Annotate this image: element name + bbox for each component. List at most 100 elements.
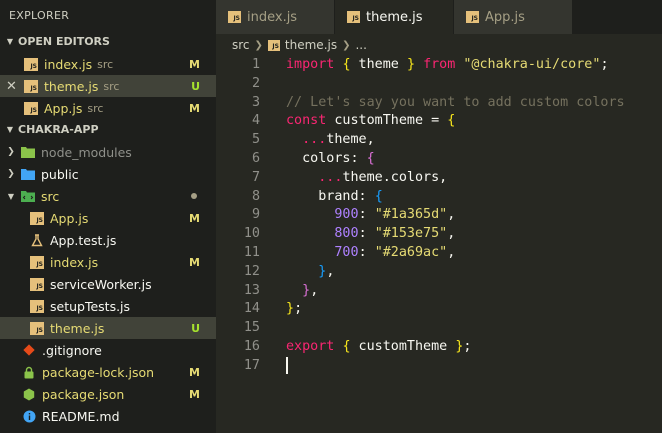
line-number: 9 [251,207,260,223]
code-text: 900: "#1a365d", [334,207,456,223]
git-status-badge: M [189,255,200,269]
file-name: setupTests.js [50,298,131,314]
git-status-badge: U [191,79,200,93]
code-text: }, [302,282,319,298]
info-icon [22,410,36,423]
file-folder: src [103,79,120,93]
code-line-12: 12 }, [216,263,662,282]
code-text: brand: { [318,188,383,204]
tab-label: App.js [485,9,525,25]
tree-file-service-worker-js[interactable]: JS serviceWorker.js [0,273,216,295]
tree-file-package-json[interactable]: package.json M [0,383,216,405]
git-icon [22,344,36,357]
js-file-icon: JS [30,211,44,225]
git-status-badge: M [189,211,200,225]
line-number: 1 [251,57,260,72]
src-folder-icon [21,190,35,203]
code-text: import { theme } from "@chakra-ui/core"; [286,57,609,72]
tree-file-app-test-js[interactable]: App.test.js [0,229,216,251]
open-editor-item-theme[interactable]: ✕ JS theme.js src U [0,75,216,97]
code-text: 800: "#153e75", [334,226,456,242]
tree-file-readme-md[interactable]: README.md [0,405,216,427]
code-line-8: 8 brand: { [216,188,662,207]
js-file-icon: JS [30,277,44,291]
tree-file-package-lock-json[interactable]: package-lock.json M [0,361,216,383]
file-name: App.js [44,100,83,116]
node-json-icon [22,388,36,401]
tree-file-app-js[interactable]: JS App.js M [0,207,216,229]
git-status-badge: M [189,387,200,401]
tree-file-gitignore[interactable]: .gitignore [0,339,216,361]
code-text: }, [318,263,335,279]
tab-app-js[interactable]: JS App.js [454,0,573,34]
code-line-6: 6 colors: { [216,150,662,169]
explorer-title: EXPLORER [9,9,70,22]
file-name: .gitignore [42,342,102,358]
code-line-15: 15 [216,319,662,338]
code-text: ...theme.colors, [318,169,448,185]
file-name: theme.js [50,320,105,336]
explorer-sidebar: EXPLORER ▼ OPEN EDITORS JS index.js src … [0,0,216,433]
text-cursor [286,356,288,374]
file-name: App.test.js [50,232,117,248]
file-name: App.js [50,210,89,226]
js-file-icon: JS [30,321,44,335]
tree-file-index-js[interactable]: JS index.js M [0,251,216,273]
folder-name: public [41,166,79,182]
line-number: 4 [251,113,260,129]
code-line-9: 9 900: "#1a365d", [216,206,662,225]
code-text: 700: "#2a69ac", [334,244,456,260]
breadcrumb-folder[interactable]: src [232,38,250,52]
tree-folder-src[interactable]: ▼ src [0,185,216,207]
line-number: 12 [243,263,260,279]
js-file-icon: JS [24,57,38,71]
breadcrumb-file[interactable]: theme.js [285,38,337,52]
modified-dot-icon [191,193,197,199]
tree-folder-public[interactable]: ❯ public [0,163,216,185]
project-header[interactable]: ▼ CHAKRA-APP [0,119,216,141]
tab-index-js[interactable]: JS index.js [216,0,335,34]
code-text: }; [286,301,303,317]
open-editor-item-app[interactable]: JS App.js src M [0,97,216,119]
code-text: ...theme, [302,132,375,148]
file-name: serviceWorker.js [50,276,152,292]
folder-name: src [41,188,60,204]
line-number: 15 [243,320,260,336]
code-line-14: 14 }; [216,300,662,319]
js-file-icon: JS [228,11,241,23]
chevron-down-icon: ▼ [6,37,14,46]
open-editor-item-index[interactable]: JS index.js src M [0,53,216,75]
code-text [260,356,288,376]
code-line-16: 16 export { customTheme }; [216,338,662,357]
code-comment: // Let's say you want to add custom colo… [286,94,625,110]
tree-file-theme-js[interactable]: JS theme.js U [0,317,216,339]
chevron-down-icon: ▼ [7,191,15,201]
file-name: package-lock.json [42,364,155,380]
code-editor[interactable]: 1 import { theme } from "@chakra-ui/core… [216,56,662,433]
code-line-1: 1 import { theme } from "@chakra-ui/core… [216,56,662,75]
breadcrumb-symbols[interactable]: ... [355,38,366,52]
line-number: 7 [251,169,260,185]
git-status-badge: M [189,101,200,115]
code-line-3: 3 // Let's say you want to add custom co… [216,94,662,113]
close-icon[interactable]: ✕ [6,79,17,94]
code-text: export { customTheme }; [286,338,472,354]
tree-file-setup-tests-js[interactable]: JS setupTests.js [0,295,216,317]
tab-theme-js[interactable]: JS theme.js [335,0,454,34]
tab-label: theme.js [366,9,423,25]
code-line-2: 2 [216,75,662,94]
code-line-13: 13 }, [216,282,662,301]
tree-folder-node-modules[interactable]: ❯ node_modules [0,141,216,163]
chevron-right-icon: ❯ [254,39,263,51]
js-file-icon: JS [466,11,479,23]
code-line-17: 17 [216,356,662,376]
file-name: README.md [42,408,120,424]
code-line-7: 7 ...theme.colors, [216,169,662,188]
line-number: 6 [251,150,260,166]
node-folder-icon [21,146,35,159]
line-number: 16 [243,338,260,354]
open-editors-header[interactable]: ▼ OPEN EDITORS [0,31,216,53]
breadcrumb: src ❯ JS theme.js ❯ ... [216,34,662,56]
